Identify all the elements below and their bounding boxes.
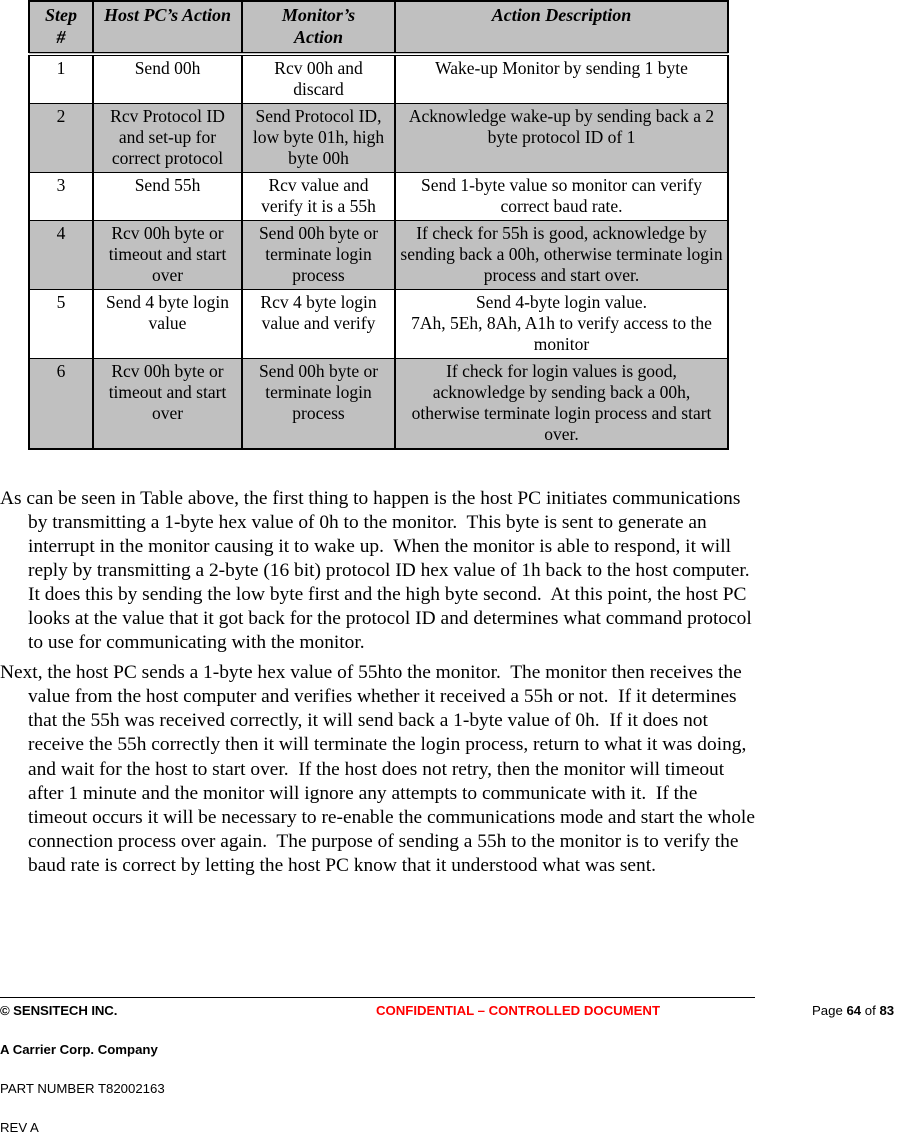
cell-action-description: Send 1-byte value so monitor can verify …: [394, 172, 729, 222]
cell-step: 1: [28, 54, 94, 105]
cell-host-action: Rcv 00h byte or timeout and start over: [92, 220, 243, 291]
table-header-row: Step # Host PC’s Action Monitor’s Action…: [28, 0, 729, 57]
page-label-prefix: Page: [812, 1003, 847, 1018]
cell-monitor-action: Rcv value and verify it is a 55h: [241, 172, 396, 222]
column-header-host-pc-action: Host PC’s Action: [92, 0, 243, 57]
cell-monitor-action: Send Protocol ID, low byte 01h, high byt…: [241, 103, 396, 174]
footer-confidential-notice: CONFIDENTIAL – CONTROLLED DOCUMENT: [376, 1003, 661, 1018]
cell-action-description: Acknowledge wake-up by sending back a 2 …: [394, 103, 729, 174]
column-header-monitor-action: Monitor’s Action: [241, 0, 396, 57]
cell-host-action: Send 00h: [92, 54, 243, 105]
table-row: 1 Send 00h Rcv 00h and discard Wake-up Moni…: [28, 54, 729, 105]
cell-action-description: If check for login values is good, ackno…: [394, 358, 729, 451]
column-header-step: Step #: [28, 0, 94, 57]
page-total-number: 83: [879, 1003, 895, 1018]
cell-host-action: Send 55h: [92, 172, 243, 222]
table-header: Step # Host PC’s Action Monitor’s Action…: [28, 0, 729, 57]
cell-host-action: Rcv Protocol ID and set-up for correct p…: [92, 103, 243, 174]
footer-page-indicator: Page 64 of 83: [812, 1003, 894, 1018]
cell-step: 2: [28, 103, 94, 174]
table-row: 2 Rcv Protocol ID and set-up for correct …: [28, 103, 729, 174]
cell-monitor-action: Rcv 4 byte login value and verify: [241, 289, 396, 360]
cell-step: 5: [28, 289, 94, 360]
paragraph-baud-rate-verification: Next, the host PC sends a 1-byte hex val…: [0, 662, 760, 876]
page-current-number: 64: [846, 1003, 862, 1018]
cell-action-description: Send 4-byte login value. 7Ah, 5Eh, 8Ah, A…: [394, 289, 729, 360]
cell-step: 4: [28, 220, 94, 291]
cell-monitor-action: Rcv 00h and discard: [241, 54, 396, 105]
footer-divider-rule: [0, 997, 755, 998]
table-body: 1 Send 00h Rcv 00h and discard Wake-up Moni…: [28, 54, 729, 451]
page-label-middle: of: [861, 1003, 880, 1018]
paragraph-protocol-initiation: As can be seen in Table above, the first…: [0, 488, 760, 654]
protocol-table-container: Step # Host PC’s Action Monitor’s Action…: [28, 0, 729, 451]
cell-host-action: Send 4 byte login value: [92, 289, 243, 360]
cell-monitor-action: Send 00h byte or terminate login process: [241, 220, 396, 291]
footer-copyright-company: © SENSITECH INC.: [0, 1003, 118, 1018]
cell-action-description: Wake-up Monitor by sending 1 byte: [394, 54, 729, 105]
cell-step: 3: [28, 172, 94, 222]
table-row: 6 Rcv 00h byte or timeout and start over S…: [28, 358, 729, 451]
body-text-container: As can be seen in Table above, the first…: [0, 487, 760, 884]
cell-host-action: Rcv 00h byte or timeout and start over: [92, 358, 243, 451]
login-protocol-table: Step # Host PC’s Action Monitor’s Action…: [28, 0, 729, 451]
table-row: 4 Rcv 00h byte or timeout and start over S…: [28, 220, 729, 291]
footer-top-row: © SENSITECH INC. CONFIDENTIAL – CONTROLL…: [0, 1003, 902, 1023]
footer-carrier-line: A Carrier Corp. Company: [0, 1042, 158, 1057]
footer-revision: REV A: [0, 1120, 39, 1135]
table-row: 3 Send 55h Rcv value and verify it is a 55…: [28, 172, 729, 222]
cell-step: 6: [28, 358, 94, 451]
cell-monitor-action: Send 00h byte or terminate login process: [241, 358, 396, 451]
column-header-action-description: Action Description: [394, 0, 729, 57]
cell-action-description: If check for 55h is good, acknowledge by…: [394, 220, 729, 291]
table-row: 5 Send 4 byte login value Rcv 4 byte login…: [28, 289, 729, 360]
footer-part-number: PART NUMBER T82002163: [0, 1081, 165, 1096]
